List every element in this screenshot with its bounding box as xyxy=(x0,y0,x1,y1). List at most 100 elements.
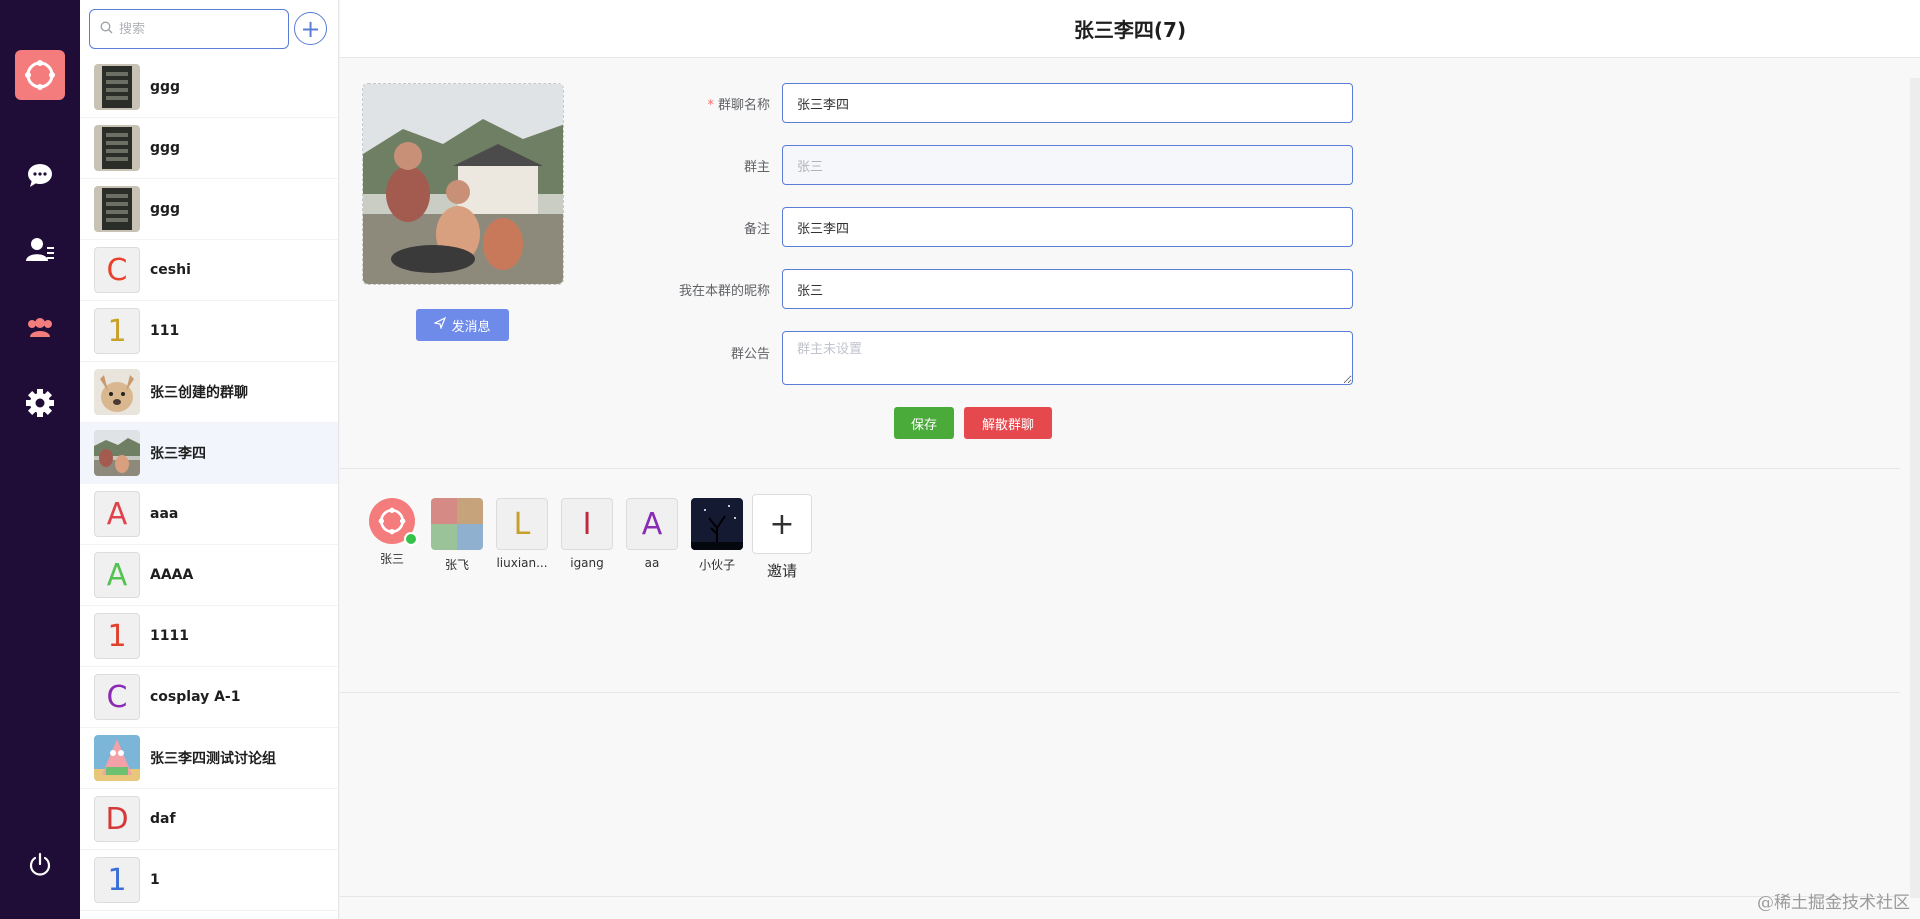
avatar xyxy=(94,735,140,781)
nickname-input[interactable] xyxy=(782,269,1353,309)
search-box xyxy=(89,9,289,49)
conversation-list: ggg ggg ggg Cceshi 1 111 张三创建的群聊 张三李四 Aaaa A AAAA 1… xyxy=(80,57,338,911)
avatar: C xyxy=(94,247,140,293)
avatar: A xyxy=(94,491,140,537)
list-item[interactable]: Ddaf xyxy=(80,789,338,850)
send-message-label: 发消息 xyxy=(451,319,491,335)
member-avatar xyxy=(431,498,483,550)
invite-member-button[interactable]: + 邀请 xyxy=(752,494,812,581)
divider xyxy=(340,692,1900,693)
member-name: 张三 xyxy=(379,552,404,566)
list-item[interactable]: ggg xyxy=(80,179,338,240)
send-icon xyxy=(433,316,447,333)
list-item-name: 111 xyxy=(150,323,180,339)
save-button[interactable]: 保存 xyxy=(894,407,954,439)
member-avatar xyxy=(369,498,418,546)
member-avatar: L xyxy=(496,498,548,550)
list-item-name: 1111 xyxy=(150,628,189,644)
power-icon[interactable] xyxy=(20,845,60,885)
member-name: aa xyxy=(644,556,660,570)
remark-input[interactable] xyxy=(782,207,1353,247)
settings-icon[interactable] xyxy=(20,383,60,423)
member-avatar xyxy=(691,498,743,550)
list-item-name: ceshi xyxy=(150,262,191,278)
list-item-name: 张三创建的群聊 xyxy=(150,385,248,401)
avatar xyxy=(94,369,140,415)
owner-input xyxy=(782,145,1353,185)
list-item[interactable]: 张三创建的群聊 xyxy=(80,362,338,423)
list-item-name: ggg xyxy=(150,79,181,95)
notice-label: 群公告 xyxy=(730,347,770,362)
nickname-label: 我在本群的昵称 xyxy=(678,283,770,299)
avatar: 1 xyxy=(94,308,140,354)
list-item[interactable]: 张三李四测试讨论组 xyxy=(80,728,338,789)
list-item-name: daf xyxy=(150,811,176,827)
list-item[interactable]: Aaaa xyxy=(80,484,338,545)
group-name-label: * 群聊名称 xyxy=(707,97,770,113)
remark-label: 备注 xyxy=(743,221,770,237)
list-item[interactable]: Ccosplay A-1 xyxy=(80,667,338,728)
avatar: D xyxy=(94,796,140,842)
member-item[interactable]: Aaa xyxy=(622,498,682,570)
app-logo-icon[interactable] xyxy=(15,50,65,100)
owner-label: 群主 xyxy=(743,159,770,175)
search-icon xyxy=(100,21,113,38)
member-item[interactable]: 张飞 xyxy=(427,498,487,573)
list-item[interactable]: A AAAA xyxy=(80,545,338,606)
list-item[interactable]: 1 1111 xyxy=(80,606,338,667)
conversation-list-panel: + gggggggggCceshi1111张三创建的群聊张三李四AaaaAAAA… xyxy=(80,0,339,919)
watermark: @稀土掘金技术社区 xyxy=(1757,893,1910,913)
divider xyxy=(340,896,1900,897)
member-name: 小伙子 xyxy=(698,558,735,572)
left-nav xyxy=(0,0,80,919)
member-item[interactable]: Iigang xyxy=(557,498,617,570)
group-name-row: * 群聊名称 xyxy=(592,83,1698,123)
avatar xyxy=(94,64,140,110)
chat-icon[interactable] xyxy=(20,155,60,195)
dissolve-group-button[interactable]: 解散群聊 xyxy=(964,407,1052,439)
notice-textarea[interactable] xyxy=(782,331,1353,385)
list-item[interactable]: Cceshi xyxy=(80,240,338,301)
list-item[interactable]: 张三李四 xyxy=(80,423,338,484)
contacts-icon[interactable] xyxy=(20,230,60,270)
send-message-button[interactable]: 发消息 xyxy=(416,309,509,341)
list-item[interactable]: ggg xyxy=(80,57,338,118)
list-item-name: AAAA xyxy=(150,567,194,583)
avatar xyxy=(94,430,140,476)
avatar: 1 xyxy=(94,613,140,659)
avatar xyxy=(94,186,140,232)
plus-icon: + xyxy=(752,494,812,554)
list-item-name: ggg xyxy=(150,140,181,156)
member-avatar: I xyxy=(561,498,613,550)
search-input[interactable] xyxy=(119,21,269,37)
member-name: liuxian... xyxy=(496,556,548,570)
group-name-input[interactable] xyxy=(782,83,1353,123)
divider xyxy=(340,468,1900,469)
member-item[interactable]: 张三 xyxy=(362,498,422,567)
avatar: C xyxy=(94,674,140,720)
list-item-name: cosplay A-1 xyxy=(150,689,241,705)
page-title: 张三李四(7) xyxy=(340,0,1920,58)
group-icon[interactable] xyxy=(20,307,60,347)
list-item[interactable]: 1 111 xyxy=(80,301,338,362)
required-mark: * xyxy=(707,97,714,113)
invite-label: 邀请 xyxy=(766,562,797,580)
list-item[interactable]: ggg xyxy=(80,118,338,179)
online-status-dot xyxy=(404,532,418,546)
scrollbar[interactable] xyxy=(1910,78,1920,898)
group-avatar-image[interactable] xyxy=(362,83,564,285)
member-avatar: A xyxy=(626,498,678,550)
member-name: 张飞 xyxy=(444,558,469,572)
avatar: 1 xyxy=(94,857,140,903)
member-name: igang xyxy=(570,556,604,570)
member-item[interactable]: Lliuxian... xyxy=(492,498,552,570)
list-item-name: aaa xyxy=(150,506,179,522)
list-item-name: 1 xyxy=(150,872,160,888)
list-item-name: ggg xyxy=(150,201,181,217)
nickname-row: 我在本群的昵称 xyxy=(592,269,1698,309)
list-item[interactable]: 11 xyxy=(80,850,338,911)
add-button[interactable]: + xyxy=(294,12,327,45)
owner-row: 群主 xyxy=(592,145,1698,185)
group-detail: 发消息 *群聊名称 群主 备注 我在本群的昵称 群公告 保存 解散群聊 张三 张飞… xyxy=(340,78,1900,898)
member-item[interactable]: 小伙子 xyxy=(687,498,747,573)
